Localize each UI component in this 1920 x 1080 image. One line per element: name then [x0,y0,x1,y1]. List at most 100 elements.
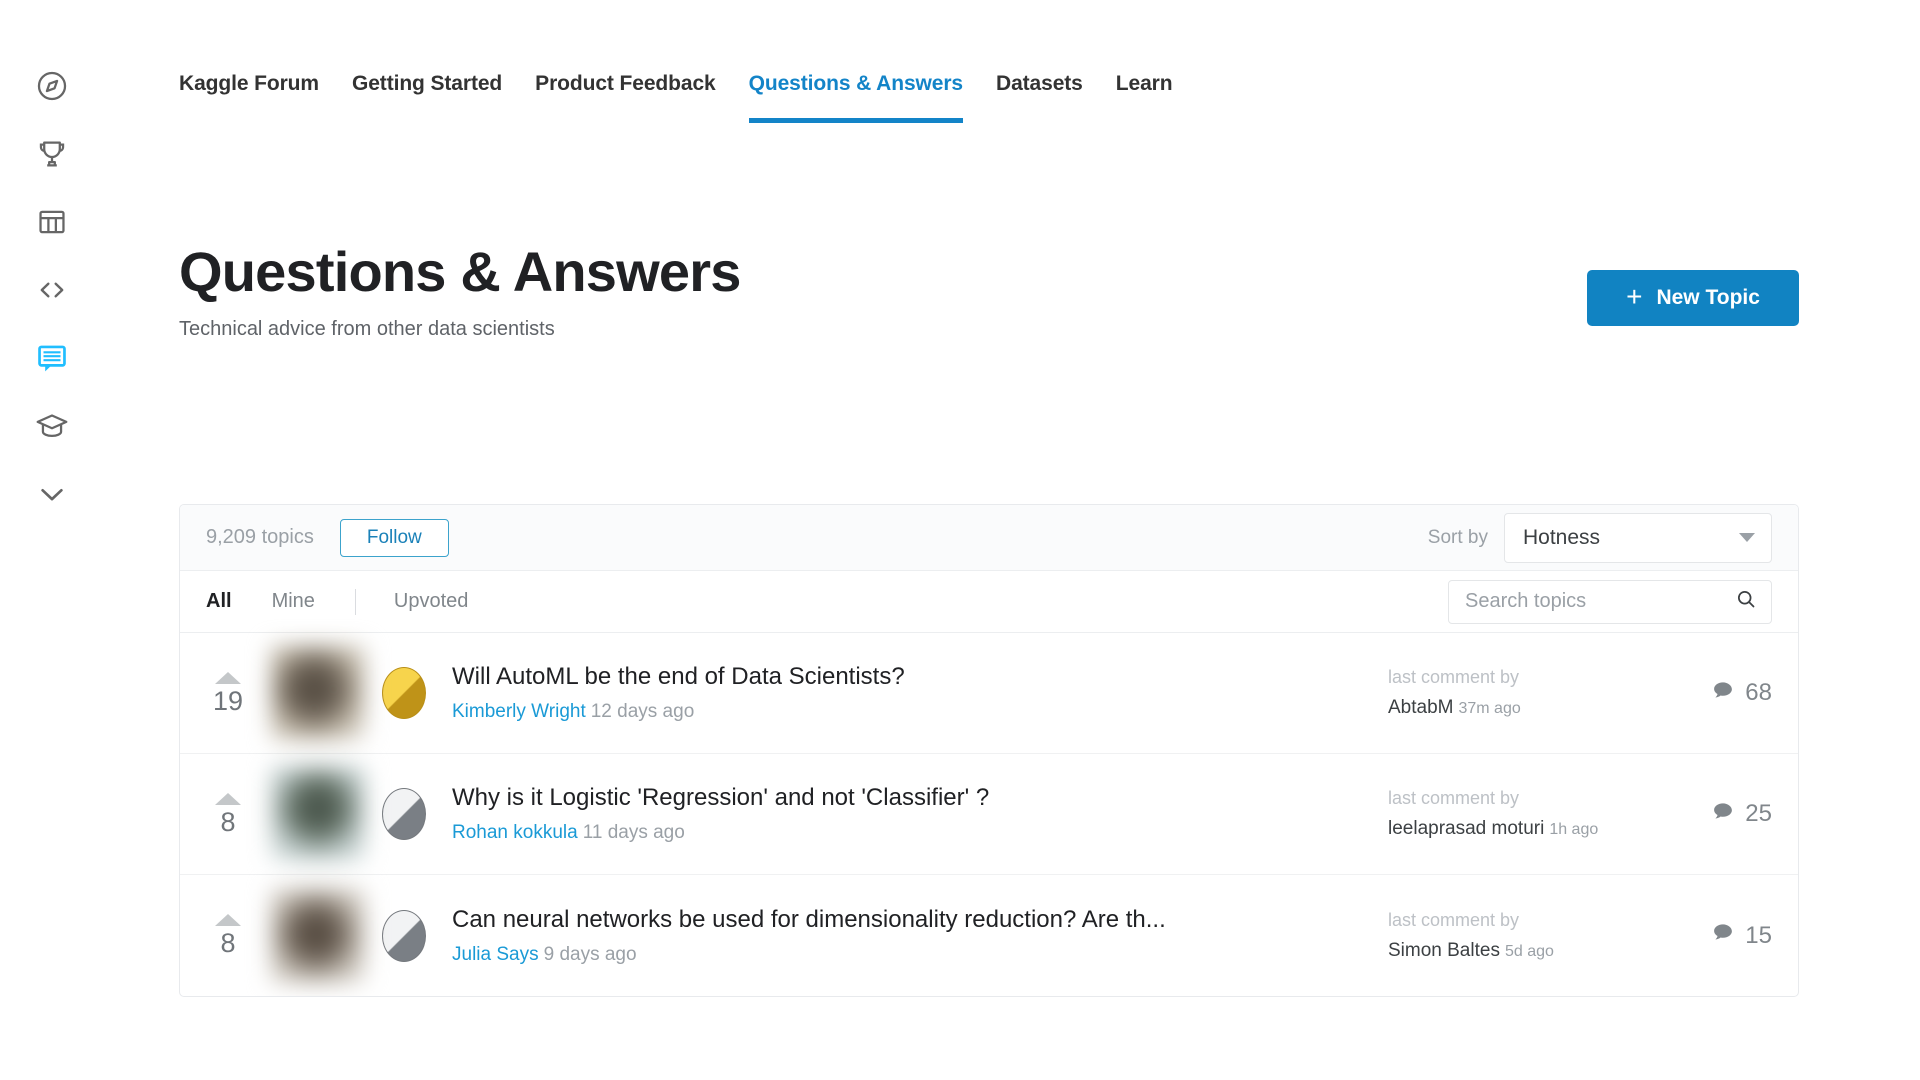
filter-tab-upvoted[interactable]: Upvoted [394,590,469,613]
vote-count: 8 [220,928,236,958]
comment-icon [1711,679,1735,708]
last-comment-user[interactable]: leelaprasad moturi [1388,818,1544,839]
nav-tab-getting-started[interactable]: Getting Started [352,72,502,123]
table-row[interactable]: 8 Why is it Logistic 'Regression' and no… [180,754,1798,875]
sort-by-value: Hotness [1523,525,1601,549]
comment-icon [1711,800,1735,829]
sidebar-item-datasets[interactable] [24,194,80,250]
upvote-arrow-icon[interactable] [215,792,241,805]
comment-count: 15 [1745,921,1772,949]
search-topics-box[interactable] [1448,579,1772,624]
sidebar-item-home[interactable] [24,58,80,114]
topics-card-header: 9,209 topics Follow Sort by Hotness [180,505,1798,571]
upvote-control[interactable]: 8 [194,914,262,957]
topic-time: 12 days ago [590,701,695,722]
table-icon [36,206,68,238]
nav-tab-product-feedback[interactable]: Product Feedback [535,72,716,123]
comment-count: 25 [1745,800,1772,827]
upvote-control[interactable]: 19 [194,671,262,716]
comment-icon [1711,921,1735,950]
sort-by-label: Sort by [1427,526,1488,548]
sort-controls: Sort by Hotness [1427,512,1772,563]
nav-tab-kaggle-forum[interactable]: Kaggle Forum [179,72,319,123]
nav-tab-datasets[interactable]: Datasets [996,72,1083,123]
filter-tab-mine[interactable]: Mine [272,590,315,613]
vote-count: 19 [212,685,244,716]
comment-count-group: 25 [1668,800,1772,829]
search-icon[interactable] [1735,588,1757,615]
vote-count: 8 [220,806,236,837]
topic-content: Why is it Logistic 'Regression' and not … [452,784,1388,844]
upvote-arrow-icon[interactable] [215,671,241,684]
avatar[interactable] [270,645,366,741]
upvote-control[interactable]: 8 [194,792,262,837]
sort-by-dropdown[interactable]: Hotness [1504,512,1772,563]
topic-byline: Rohan kokkula 11 days ago [452,822,1364,844]
filter-tab-all[interactable]: All [206,590,232,613]
nav-tab-questions-answers[interactable]: Questions & Answers [748,72,963,123]
topics-card: 9,209 topics Follow Sort by Hotness All … [179,504,1799,997]
last-comment-label: last comment by [1388,909,1520,930]
new-topic-button[interactable]: + New Topic [1587,270,1799,326]
last-comment-user[interactable]: Simon Baltes [1388,940,1500,961]
new-topic-label: New Topic [1656,286,1760,309]
comment-count: 68 [1745,679,1772,706]
nav-tab-learn[interactable]: Learn [1116,72,1173,123]
sidebar-item-courses[interactable] [24,398,80,454]
comment-count-group: 68 [1668,679,1772,708]
topic-title[interactable]: Can neural networks be used for dimensio… [452,906,1364,934]
upvote-arrow-icon[interactable] [215,914,241,926]
topic-title[interactable]: Why is it Logistic 'Regression' and not … [452,784,1364,812]
last-comment-info: last comment by AbtabM 37m ago [1388,667,1668,719]
topics-filter-row: All Mine Upvoted [180,571,1798,633]
table-row[interactable]: 8 Can neural networks be used for dimens… [180,875,1798,996]
sidebar-item-more[interactable] [24,466,80,522]
last-comment-byline: Simon Baltes 5d ago [1388,940,1668,962]
trophy-icon [35,137,69,171]
topic-time: 9 days ago [543,943,637,965]
last-comment-time: 5d ago [1504,942,1554,960]
discussion-icon [35,341,69,375]
sidebar-item-competitions[interactable] [24,126,80,182]
topic-content: Will AutoML be the end of Data Scientist… [452,663,1388,723]
last-comment-info: last comment by Simon Baltes 5d ago [1388,910,1668,962]
topic-byline: Kimberly Wright 12 days ago [452,701,1364,723]
topic-content: Can neural networks be used for dimensio… [452,906,1388,966]
last-comment-byline: leelaprasad moturi 1h ago [1388,818,1668,840]
chevron-down-icon [1739,533,1755,542]
avatar[interactable] [270,766,366,862]
comment-count-group: 15 [1668,921,1772,950]
last-comment-time: 1h ago [1549,821,1599,838]
topic-count: 9,209 topics [206,526,314,548]
last-comment-byline: AbtabM 37m ago [1388,697,1668,719]
topic-author[interactable]: Kimberly Wright [452,701,586,722]
avatar[interactable] [270,887,366,984]
code-icon [35,273,69,307]
plus-icon: + [1626,281,1643,312]
topic-author[interactable]: Rohan kokkula [452,822,578,843]
last-comment-user[interactable]: AbtabM [1388,697,1453,718]
table-row[interactable]: 19 Will AutoML be the end of Data Scient… [180,633,1798,754]
sidebar-item-discussions[interactable] [24,330,80,386]
graduation-cap-icon [35,409,69,443]
topic-author[interactable]: Julia Says [452,944,539,965]
chevron-down-icon [35,477,69,511]
last-comment-label: last comment by [1388,667,1520,687]
sidebar-rail [0,0,104,1080]
last-comment-info: last comment by leelaprasad moturi 1h ago [1388,788,1668,840]
forum-nav-tabs: Kaggle Forum Getting Started Product Fee… [179,72,1173,123]
compass-icon [35,69,69,103]
search-input[interactable] [1465,590,1735,613]
tier-medal-gold-icon [382,667,426,719]
page-title: Questions & Answers [179,240,741,303]
topic-time: 11 days ago [582,822,685,843]
filter-divider [354,588,356,615]
page-subtitle: Technical advice from other data scienti… [179,317,555,340]
follow-button[interactable]: Follow [339,518,449,557]
topic-byline: Julia Says 9 days ago [452,944,1364,966]
topic-title[interactable]: Will AutoML be the end of Data Scientist… [452,663,1364,691]
tier-medal-silver-icon [382,909,426,962]
tier-medal-silver-icon [382,788,426,840]
page-header: Questions & Answers Technical advice fro… [179,240,1799,341]
sidebar-item-code[interactable] [24,262,80,318]
